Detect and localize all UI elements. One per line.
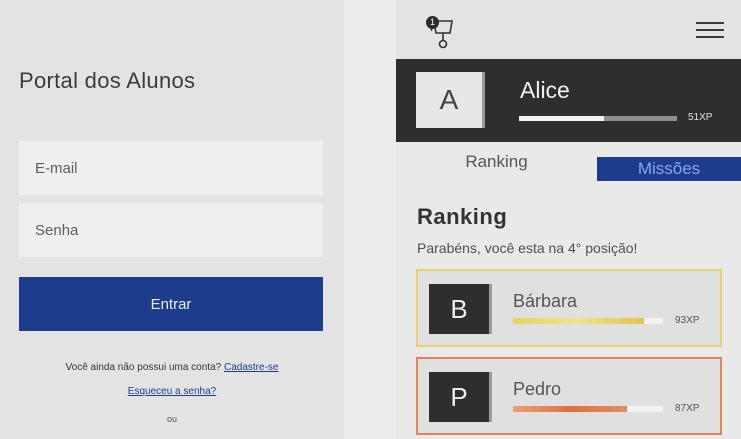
tab-missions[interactable]: Missões <box>597 142 741 181</box>
ranking-xp-fill <box>513 406 627 412</box>
user-header: A Alice 51XP <box>396 59 741 142</box>
password-field[interactable] <box>19 203 323 257</box>
notification-badge: 1 <box>426 16 439 29</box>
ranking-screen: 1 A Alice 51XP Ranking Missões Ranking P… <box>396 0 741 439</box>
tab-missions-label: Missões <box>597 157 741 181</box>
ranking-card[interactable]: B Bárbara 93XP <box>416 269 722 347</box>
ranking-card[interactable]: P Pedro 87XP <box>416 357 722 435</box>
forgot-password-link[interactable]: Esqueceu a senha? <box>128 386 216 397</box>
ranking-xp-label: 93XP <box>675 315 700 326</box>
no-account-text: Você ainda não possui uma conta? <box>65 362 222 373</box>
avatar: B <box>429 284 492 334</box>
tab-ranking[interactable]: Ranking <box>396 142 597 181</box>
password-input[interactable] <box>35 221 315 239</box>
ranking-xp-fill <box>513 318 644 324</box>
user-xp-label: 51XP <box>688 112 713 123</box>
user-xp-bar <box>519 116 677 121</box>
signup-prompt: Você ainda não possui uma conta? Cadastr… <box>0 362 344 373</box>
ranking-message: Parabéns, você esta na 4° posição! <box>417 240 638 256</box>
screen-gap <box>344 0 396 439</box>
email-field[interactable] <box>19 141 323 195</box>
or-divider-text: ou <box>166 414 177 424</box>
ranking-xp-label: 87XP <box>675 403 700 414</box>
page-title: Portal dos Alunos <box>19 68 196 93</box>
signup-link[interactable]: Cadastre-se <box>224 362 278 373</box>
ranking-heading: Ranking <box>417 204 508 229</box>
ranking-xp-bar <box>513 406 663 412</box>
user-name: Alice <box>520 77 570 103</box>
top-bar: 1 <box>396 0 741 59</box>
login-screen: Portal dos Alunos Entrar Você ainda não … <box>0 0 344 439</box>
avatar: A <box>416 72 485 128</box>
forgot-password: Esqueceu a senha? <box>0 386 344 397</box>
avatar: P <box>429 372 492 422</box>
email-input[interactable] <box>35 159 315 177</box>
ranking-name: Bárbara <box>513 291 578 311</box>
hamburger-menu-icon[interactable] <box>696 22 724 40</box>
ranking-xp-bar <box>513 318 663 324</box>
ranking-name: Pedro <box>513 379 562 399</box>
user-xp-fill <box>519 116 605 121</box>
login-button[interactable]: Entrar <box>19 277 323 331</box>
